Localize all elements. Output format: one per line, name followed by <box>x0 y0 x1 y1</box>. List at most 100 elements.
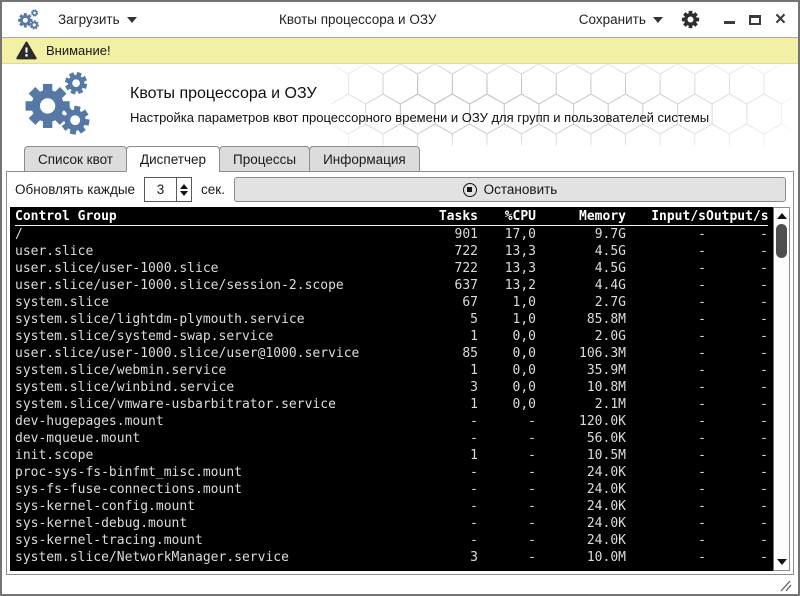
stop-button[interactable]: Остановить <box>234 177 786 202</box>
app-window: Загрузить Квоты процессора и ОЗУ Сохрани… <box>0 0 800 596</box>
scrollbar-thumb[interactable] <box>776 224 787 258</box>
table-row[interactable]: /90117,09.7G-- <box>15 226 768 243</box>
maximize-button[interactable] <box>749 15 761 25</box>
cell-memory: 2.7G <box>536 294 626 311</box>
tab-processes[interactable]: Процессы <box>219 146 310 172</box>
load-menu-label: Загрузить <box>58 12 120 27</box>
cell-cpu: 1,0 <box>478 311 536 328</box>
cell-input: - <box>626 311 706 328</box>
cell-cpu: - <box>478 481 536 498</box>
tab-quota-list[interactable]: Список квот <box>24 146 127 172</box>
cell-input: - <box>626 345 706 362</box>
cell-cpu: - <box>478 447 536 464</box>
table-row[interactable]: sys-kernel-tracing.mount--24.0K-- <box>15 532 768 549</box>
table-row[interactable]: init.scope1-10.5M-- <box>15 447 768 464</box>
table-row[interactable]: sys-fs-fuse-connections.mount--24.0K-- <box>15 481 768 498</box>
cgroup-table-body: /90117,09.7G--user.slice72213,34.5G--use… <box>15 226 768 566</box>
table-row[interactable]: dev-mqueue.mount--56.0K-- <box>15 430 768 447</box>
vertical-scrollbar[interactable] <box>773 207 790 571</box>
cell-cpu: - <box>478 532 536 549</box>
scroll-up-icon[interactable] <box>777 213 787 219</box>
cgtop-terminal-wrap: Control Group Tasks %CPU Memory Input/s … <box>10 207 790 571</box>
tab-label: Диспетчер <box>140 152 206 167</box>
cell-group: system.slice <box>15 294 404 311</box>
warning-text: Внимание! <box>46 43 111 58</box>
cell-input: - <box>626 515 706 532</box>
cell-input: - <box>626 532 706 549</box>
load-menu-button[interactable]: Загрузить <box>58 12 137 27</box>
table-row[interactable]: user.slice72213,34.5G-- <box>15 243 768 260</box>
table-row[interactable]: user.slice/user-1000.slice/session-2.sco… <box>15 277 768 294</box>
cell-output: - <box>706 464 768 481</box>
cell-output: - <box>706 532 768 549</box>
cell-group: system.slice/lightdm-plymouth.service <box>15 311 404 328</box>
cell-output: - <box>706 243 768 260</box>
minimize-button[interactable] <box>724 21 735 24</box>
cell-group: dev-hugepages.mount <box>15 413 404 430</box>
page-title: Квоты процессора и ОЗУ <box>130 85 709 103</box>
cell-cpu: - <box>478 549 536 566</box>
cell-input: - <box>626 260 706 277</box>
cell-cpu: 0,0 <box>478 379 536 396</box>
table-row[interactable]: user.slice/user-1000.slice72213,34.5G-- <box>15 260 768 277</box>
tab-dispatcher[interactable]: Диспетчер <box>126 146 220 172</box>
table-row[interactable]: dev-hugepages.mount--120.0K-- <box>15 413 768 430</box>
cell-cpu: - <box>478 464 536 481</box>
spinner-up-icon[interactable] <box>180 184 188 189</box>
cell-group: user.slice/user-1000.slice <box>15 260 404 277</box>
tab-label: Список квот <box>38 152 113 167</box>
cell-output: - <box>706 498 768 515</box>
col-input: Input/s <box>626 208 706 225</box>
cell-memory: 10.5M <box>536 447 626 464</box>
table-row[interactable]: user.slice/user-1000.slice/user@1000.ser… <box>15 345 768 362</box>
seconds-unit-label: сек. <box>201 182 225 197</box>
warning-triangle-icon <box>16 41 37 60</box>
table-row[interactable]: system.slice/NetworkManager.service3-10.… <box>15 549 768 566</box>
table-row[interactable]: system.slice/vmware-usbarbitrator.servic… <box>15 396 768 413</box>
tab-information[interactable]: Информация <box>309 146 420 172</box>
cell-cpu: 13,2 <box>478 277 536 294</box>
table-row[interactable]: sys-kernel-debug.mount--24.0K-- <box>15 515 768 532</box>
cell-tasks: 1 <box>404 447 478 464</box>
table-row[interactable]: sys-kernel-config.mount--24.0K-- <box>15 498 768 515</box>
table-row[interactable]: system.slice/webmin.service10,035.9M-- <box>15 362 768 379</box>
table-row[interactable]: system.slice/systemd-swap.service10,02.0… <box>15 328 768 345</box>
table-row[interactable]: system.slice671,02.7G-- <box>15 294 768 311</box>
table-row[interactable]: proc-sys-fs-binfmt_misc.mount--24.0K-- <box>15 464 768 481</box>
cell-output: - <box>706 345 768 362</box>
cell-tasks: 722 <box>404 243 478 260</box>
cell-tasks: 67 <box>404 294 478 311</box>
close-button[interactable]: × <box>775 14 786 26</box>
cell-group: system.slice/NetworkManager.service <box>15 549 404 566</box>
interval-spinner[interactable]: 3 <box>144 177 192 202</box>
cell-group: / <box>15 226 404 243</box>
cell-group: sys-kernel-tracing.mount <box>15 532 404 549</box>
cell-input: - <box>626 379 706 396</box>
cell-tasks: 5 <box>404 311 478 328</box>
cell-group: sys-kernel-debug.mount <box>15 515 404 532</box>
scroll-down-icon[interactable] <box>777 559 787 565</box>
cell-group: proc-sys-fs-binfmt_misc.mount <box>15 464 404 481</box>
save-menu-button[interactable]: Сохранить <box>579 12 663 27</box>
cell-output: - <box>706 362 768 379</box>
cell-input: - <box>626 413 706 430</box>
settings-gear-icon[interactable] <box>681 10 700 29</box>
col-output: Output/s <box>706 208 768 225</box>
resize-grip[interactable] <box>778 580 792 592</box>
save-menu-label: Сохранить <box>579 12 646 27</box>
table-row[interactable]: system.slice/lightdm-plymouth.service51,… <box>15 311 768 328</box>
cell-cpu: - <box>478 413 536 430</box>
cell-output: - <box>706 328 768 345</box>
interval-value[interactable]: 3 <box>145 178 176 201</box>
table-row[interactable]: system.slice/winbind.service30,010.8M-- <box>15 379 768 396</box>
spinner-down-icon[interactable] <box>180 191 188 196</box>
cell-group: user.slice <box>15 243 404 260</box>
spinner-arrows[interactable] <box>176 178 191 201</box>
col-tasks: Tasks <box>404 208 478 225</box>
cell-input: - <box>626 430 706 447</box>
cell-input: - <box>626 277 706 294</box>
cell-input: - <box>626 481 706 498</box>
cell-group: sys-kernel-config.mount <box>15 498 404 515</box>
cell-tasks: - <box>404 464 478 481</box>
cell-memory: 120.0K <box>536 413 626 430</box>
